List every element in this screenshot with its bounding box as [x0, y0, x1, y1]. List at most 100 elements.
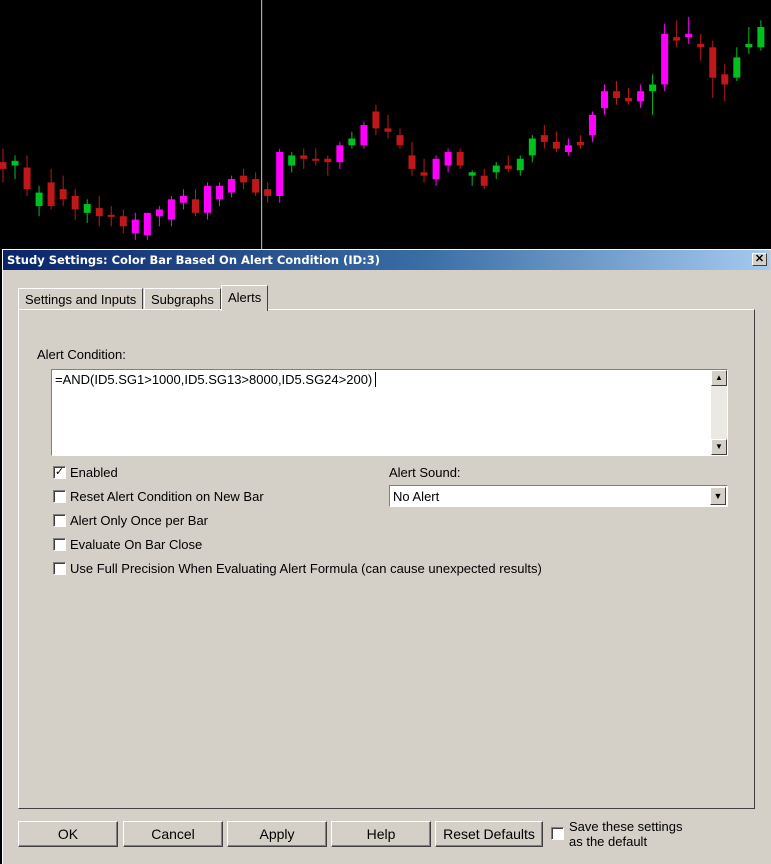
tab-label: Subgraphs	[151, 292, 214, 307]
alert-only-once-label: Alert Only Once per Bar	[70, 513, 208, 528]
full-precision-label: Use Full Precision When Evaluating Alert…	[70, 561, 542, 576]
candle-body	[119, 216, 127, 227]
scroll-down-icon: ▼	[715, 442, 723, 451]
candle-body	[23, 167, 31, 190]
candle-body	[264, 189, 272, 196]
candle-body	[131, 219, 139, 234]
candle-body	[528, 138, 536, 156]
reset-defaults-button[interactable]: Reset Defaults	[435, 821, 543, 847]
evaluate-on-bar-close-checkbox[interactable]	[53, 538, 66, 551]
candle-body	[613, 91, 621, 98]
candle-body	[167, 199, 175, 220]
candle-body	[516, 158, 524, 171]
candle-body	[240, 175, 248, 183]
alert-only-once-checkbox[interactable]	[53, 514, 66, 527]
candle-body	[372, 111, 380, 129]
candle-body	[360, 125, 368, 146]
study-settings-dialog: Study Settings: Color Bar Based On Alert…	[2, 249, 771, 864]
alert-sound-label: Alert Sound:	[389, 465, 461, 480]
candle-body	[143, 212, 151, 236]
candle-body	[71, 195, 79, 210]
alert-condition-label: Alert Condition:	[37, 347, 126, 362]
candle-body	[456, 152, 464, 166]
candle-body	[47, 182, 55, 207]
alert-sound-value: No Alert	[393, 489, 440, 504]
candle-body	[216, 185, 224, 200]
tab-alerts[interactable]: Alerts	[221, 285, 269, 311]
candle-body	[179, 195, 187, 203]
candle-body	[504, 165, 512, 169]
scroll-up-icon: ▲	[715, 373, 723, 382]
candle-body	[721, 74, 729, 85]
candle-body	[540, 135, 548, 142]
candle-body	[228, 179, 236, 193]
dialog-title: Study Settings: Color Bar Based On Alert…	[7, 253, 380, 267]
ok-button[interactable]: OK	[18, 821, 118, 847]
dialog-titlebar[interactable]: Study Settings: Color Bar Based On Alert…	[3, 250, 770, 270]
candle-body	[601, 91, 608, 109]
candle-body	[492, 165, 500, 173]
price-chart	[0, 0, 771, 250]
enabled-label: Enabled	[70, 465, 118, 480]
candle-body	[468, 172, 476, 176]
candle-body	[673, 37, 681, 41]
alert-condition-input[interactable]: =AND(ID5.SG1>1000,ID5.SG13>8000,ID5.SG24…	[51, 369, 728, 456]
candle-body	[396, 135, 404, 146]
candle-body	[745, 43, 753, 48]
candle-body	[348, 138, 356, 146]
candle-body	[300, 155, 308, 159]
alert-condition-text[interactable]: =AND(ID5.SG1>1000,ID5.SG13>8000,ID5.SG24…	[55, 372, 377, 387]
candle-body	[480, 175, 488, 186]
chevron-down-icon: ▼	[713, 491, 723, 501]
candle-body	[709, 47, 717, 78]
reset-alert-condition-label: Reset Alert Condition on New Bar	[70, 489, 264, 504]
help-button[interactable]: Help	[331, 821, 431, 847]
condition-scrollbar[interactable]: ▲ ▼	[711, 370, 727, 455]
candle-body	[588, 114, 596, 136]
save-as-default-checkbox[interactable]	[551, 827, 564, 840]
candle-body	[564, 145, 572, 153]
candle-body	[0, 162, 7, 169]
candle-body	[661, 33, 669, 85]
candle-body	[757, 27, 765, 48]
candle-body	[384, 128, 392, 132]
check-icon: ✓	[54, 466, 65, 478]
tab-label: Settings and Inputs	[25, 292, 137, 307]
close-button[interactable]: ✕	[752, 253, 767, 266]
candle-body	[107, 214, 115, 217]
candle-body	[59, 189, 67, 200]
scroll-up-button[interactable]: ▲	[711, 370, 727, 386]
candle-body	[252, 179, 260, 193]
tab-label: Alerts	[228, 290, 262, 305]
candle-body	[408, 155, 416, 169]
candle-body	[432, 158, 440, 180]
tab-settings-and-inputs[interactable]: Settings and Inputs	[18, 288, 144, 310]
candle-body	[552, 141, 560, 149]
enabled-checkbox[interactable]: ✓	[53, 466, 66, 479]
candle-body	[576, 141, 584, 146]
candle-body	[288, 155, 296, 166]
alert-sound-select[interactable]: No Alert ▼	[389, 485, 728, 507]
candle-body	[637, 91, 645, 102]
full-precision-checkbox[interactable]	[53, 562, 66, 575]
apply-button[interactable]: Apply	[227, 821, 327, 847]
candle-body	[697, 43, 705, 48]
candle-body	[324, 158, 332, 163]
dropdown-button[interactable]: ▼	[710, 487, 726, 505]
close-icon: ✕	[754, 253, 765, 265]
candle-body	[191, 199, 199, 213]
tab-subgraphs[interactable]: Subgraphs	[144, 288, 221, 310]
cancel-button[interactable]: Cancel	[123, 821, 223, 847]
candle-body	[11, 160, 19, 166]
candle-body	[685, 33, 693, 38]
candle-body	[625, 97, 633, 102]
candle-body	[444, 152, 452, 166]
candle-body	[204, 185, 212, 213]
candle-body	[420, 172, 428, 176]
candle-body	[312, 158, 320, 161]
candle-body	[155, 209, 163, 217]
candle-body	[95, 208, 103, 217]
reset-alert-condition-checkbox[interactable]	[53, 490, 66, 503]
scroll-down-button[interactable]: ▼	[711, 439, 727, 455]
save-as-default-option[interactable]: Save these settings as the default	[551, 819, 731, 853]
